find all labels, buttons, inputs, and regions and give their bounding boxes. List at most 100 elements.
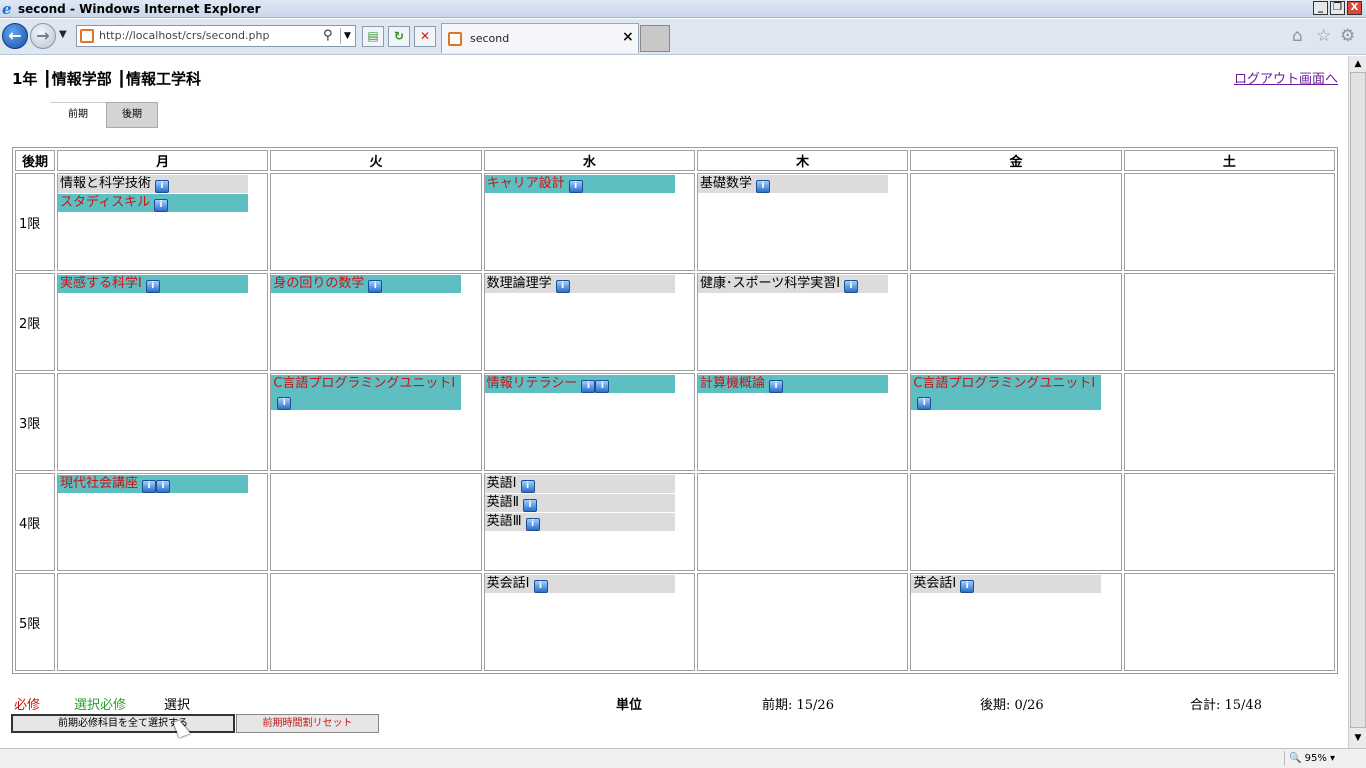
timetable-cell[interactable]: 実感する科学Ⅰ i	[57, 273, 269, 371]
info-icon[interactable]: i	[145, 280, 160, 293]
vertical-scrollbar[interactable]: ▲ ▼	[1348, 56, 1366, 748]
info-icon[interactable]: i	[520, 480, 535, 493]
info-icon[interactable]: i	[917, 397, 932, 410]
timetable-cell[interactable]	[910, 173, 1122, 271]
timetable-cell[interactable]	[696, 473, 909, 571]
restore-button[interactable]: ❐	[1330, 1, 1345, 15]
timetable-cell[interactable]	[910, 273, 1122, 371]
course-item[interactable]: C言語プログラミングユニットⅠ i	[911, 375, 1102, 410]
course-item[interactable]: 計算機概論 i	[697, 375, 888, 393]
info-icon[interactable]: i	[156, 480, 171, 493]
scroll-thumb[interactable]	[1350, 72, 1366, 728]
timetable-cell[interactable]: 現代社会講座 i i	[57, 473, 269, 571]
course-item[interactable]: 情報リテラシー i i	[484, 375, 675, 393]
course-item[interactable]: 現代社会講座 i i	[58, 475, 248, 493]
timetable-cell[interactable]: 英語Ⅰ i 英語Ⅱ i 英語Ⅲ i	[483, 473, 695, 571]
address-dropdown-icon[interactable]: ▼	[340, 28, 354, 44]
info-icon[interactable]: i	[960, 580, 975, 593]
course-item[interactable]: C言語プログラミングユニットⅠ i	[271, 375, 462, 410]
timetable-cell[interactable]	[57, 373, 269, 471]
info-icon[interactable]: i	[581, 380, 596, 393]
info-icon[interactable]: i	[533, 580, 548, 593]
course-item[interactable]: 英会話Ⅰ i	[911, 575, 1102, 593]
timetable-cell[interactable]: 基礎数学 i	[696, 173, 909, 271]
timetable-cell[interactable]	[270, 173, 482, 271]
timetable-cell[interactable]	[270, 473, 482, 571]
url-text[interactable]: http://localhost/crs/second.php	[99, 29, 269, 42]
tab-kouki[interactable]: 後期	[106, 102, 158, 128]
reset-timetable-button[interactable]: 前期時間割リセット	[236, 714, 379, 733]
info-icon[interactable]: i	[844, 280, 859, 293]
timetable-cell[interactable]: 身の回りの数学 i	[270, 273, 482, 371]
home-icon[interactable]: ⌂	[1292, 27, 1303, 45]
course-item[interactable]: 情報と科学技術 i	[58, 175, 248, 193]
timetable-cell[interactable]	[1123, 373, 1335, 471]
course-item[interactable]: 基礎数学 i	[697, 175, 888, 193]
browser-tab-second[interactable]: second ×	[441, 23, 639, 53]
info-icon[interactable]: i	[368, 280, 383, 293]
minimize-button[interactable]: _	[1313, 1, 1328, 15]
info-icon[interactable]: i	[277, 397, 292, 410]
course-item[interactable]: 健康･スポーツ科学実習Ⅰ i	[697, 275, 888, 293]
timetable-cell[interactable]: C言語プログラミングユニットⅠ i	[910, 373, 1122, 471]
timetable-cell[interactable]: 英会話Ⅰ i	[483, 573, 695, 671]
info-icon[interactable]: i	[525, 518, 540, 531]
timetable-cell[interactable]: 数理論理学 i	[483, 273, 695, 371]
star-icon[interactable]: ☆	[1316, 27, 1331, 45]
course-item[interactable]: 数理論理学 i	[484, 275, 675, 293]
info-icon[interactable]: i	[595, 380, 610, 393]
info-icon[interactable]: i	[155, 180, 170, 193]
timetable-cell[interactable]	[1123, 573, 1335, 671]
course-item[interactable]: 英語Ⅲ i	[484, 513, 675, 531]
select-all-required-button[interactable]: 前期必修科目を全て選択する	[11, 714, 235, 733]
info-icon[interactable]: i	[568, 180, 583, 193]
info-icon[interactable]: i	[756, 180, 770, 193]
course-item[interactable]: 英語Ⅱ i	[484, 494, 675, 512]
recent-pages-dropdown-icon[interactable]: ▼	[59, 29, 67, 40]
tab-close-icon[interactable]: ×	[622, 29, 634, 45]
search-icon[interactable]: ⚲	[323, 28, 333, 43]
tab-zenki[interactable]: 前期	[50, 102, 106, 128]
course-item[interactable]: キャリア設計 i	[484, 175, 675, 193]
info-icon[interactable]: i	[555, 280, 570, 293]
timetable-cell[interactable]	[1123, 273, 1335, 371]
refresh-button[interactable]: ↻	[388, 26, 410, 47]
address-bar[interactable]: http://localhost/crs/second.php ⚲ ▼	[76, 25, 356, 47]
new-tab-button[interactable]	[640, 25, 670, 52]
info-icon[interactable]: i	[154, 199, 169, 212]
zoom-level[interactable]: 🔍 95% ▾	[1284, 751, 1350, 766]
info-icon[interactable]: i	[523, 499, 538, 512]
course-item[interactable]: スタディスキル i	[58, 194, 248, 212]
timetable-cell[interactable]	[1123, 173, 1335, 271]
info-icon[interactable]: i	[769, 380, 783, 393]
timetable-cell[interactable]: C言語プログラミングユニットⅠ i	[270, 373, 482, 471]
timetable-cell[interactable]	[696, 573, 909, 671]
timetable-cell[interactable]	[910, 473, 1122, 571]
course-name: 基礎数学	[699, 176, 752, 191]
day-header-row: 後期 月火水木金土	[15, 150, 1335, 171]
timetable-cell[interactable]: キャリア設計 i	[483, 173, 695, 271]
course-item[interactable]: 英語Ⅰ i	[484, 475, 675, 493]
timetable-cell[interactable]: 計算機概論 i	[696, 373, 909, 471]
timetable-cell[interactable]: 英会話Ⅰ i	[910, 573, 1122, 671]
timetable-cell[interactable]: 情報リテラシー i i	[483, 373, 695, 471]
gear-icon[interactable]: ⚙	[1340, 27, 1355, 45]
timetable-cell[interactable]	[270, 573, 482, 671]
timetable-cell[interactable]: 情報と科学技術 i スタディスキル i	[57, 173, 269, 271]
stop-button[interactable]: ✕	[414, 26, 436, 47]
course-item[interactable]: 英会話Ⅰ i	[484, 575, 675, 593]
forward-arrow-icon[interactable]: →	[30, 23, 56, 49]
timetable-cell[interactable]	[57, 573, 269, 671]
logout-link[interactable]: ログアウト画面へ	[1234, 68, 1338, 87]
scroll-down-icon[interactable]: ▼	[1350, 730, 1366, 746]
close-window-button[interactable]: X	[1347, 1, 1362, 15]
scroll-up-icon[interactable]: ▲	[1350, 56, 1366, 72]
course-item[interactable]: 身の回りの数学 i	[271, 275, 462, 293]
info-icon[interactable]: i	[142, 480, 157, 493]
corner-header: 後期	[15, 150, 55, 171]
timetable-cell[interactable]: 健康･スポーツ科学実習Ⅰ i	[696, 273, 909, 371]
back-arrow-icon[interactable]: ←	[2, 23, 28, 49]
timetable-cell[interactable]	[1123, 473, 1335, 571]
course-item[interactable]: 実感する科学Ⅰ i	[58, 275, 248, 293]
compatibility-view-button[interactable]: ▤	[362, 26, 384, 47]
